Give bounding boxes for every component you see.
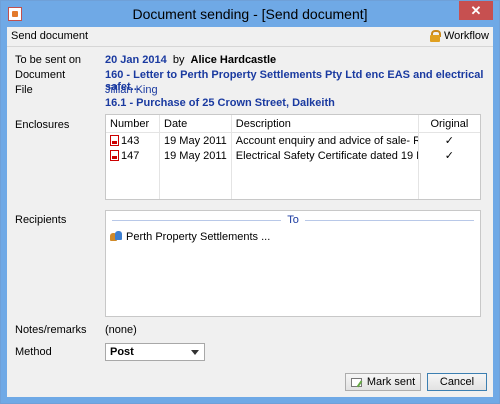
workflow-button[interactable]: Workflow: [429, 28, 489, 44]
dialog-body: Send document Workflow To be sent on 20 …: [7, 27, 493, 397]
pdf-icon: [110, 134, 119, 146]
column-header-original[interactable]: Original: [418, 115, 480, 133]
toolbar-label: Send document: [11, 30, 89, 42]
lock-icon: [429, 30, 441, 42]
cancel-label: Cancel: [439, 376, 475, 388]
enclosure-date: 19 May 2011: [159, 148, 232, 163]
column-header-date[interactable]: Date: [159, 115, 232, 133]
mark-sent-label: Mark sent: [366, 376, 416, 388]
chevron-down-icon: [191, 350, 199, 355]
enclosures-table: Number Date Description Original 143 19 …: [106, 115, 480, 199]
column-header-description[interactable]: Description: [231, 115, 419, 133]
enclosure-description: Account enquiry and advice of sale- R Do…: [231, 132, 419, 148]
send-date[interactable]: 20 Jan 2014: [105, 54, 167, 66]
column-header-number[interactable]: Number: [106, 115, 160, 133]
method-label: Method: [15, 346, 52, 358]
stamp-icon: [350, 377, 363, 388]
by-word: by: [172, 54, 185, 66]
people-icon: [110, 231, 123, 242]
cancel-button[interactable]: Cancel: [427, 373, 487, 391]
recipient-name: Perth Property Settlements ...: [126, 231, 271, 243]
to-be-sent-on-label: To be sent on: [15, 54, 82, 66]
document-sending-window: Document sending - [Send document] ✕ Sen…: [0, 0, 500, 404]
close-button[interactable]: ✕: [459, 1, 493, 20]
table-row[interactable]: 143 19 May 2011 Account enquiry and advi…: [106, 132, 480, 148]
table-filler-row: [106, 163, 480, 199]
enclosure-number: 143: [121, 134, 140, 147]
mark-sent-button[interactable]: Mark sent: [345, 373, 421, 391]
enclosure-original-check: ✓: [444, 150, 454, 162]
file-name-link[interactable]: 16.1 - Purchase of 25 Crown Street, Dalk…: [105, 97, 335, 109]
title-bar: Document sending - [Send document] ✕: [1, 1, 499, 27]
document-label: Document: [15, 69, 66, 81]
enclosure-original-check: ✓: [444, 135, 454, 147]
enclosures-table-panel: Number Date Description Original 143 19 …: [105, 114, 481, 200]
enclosure-description: Electrical Safety Certificate dated 19 M…: [231, 148, 419, 163]
enclosure-number: 147: [121, 149, 140, 162]
window-title: Document sending - [Send document]: [132, 6, 368, 22]
method-select[interactable]: Post: [105, 343, 205, 361]
enclosures-label: Enclosures: [15, 119, 70, 131]
table-row[interactable]: 147 19 May 2011 Electrical Safety Certif…: [106, 148, 480, 163]
recipients-label: Recipients: [15, 214, 67, 226]
enclosure-number-cell: 143: [106, 132, 160, 148]
enclosure-number-cell: 147: [106, 148, 160, 163]
recipients-panel: To Perth Property Settlements ...: [105, 210, 481, 317]
enclosure-date: 19 May 2011: [159, 132, 232, 148]
send-date-row: 20 Jan 2014 by Alice Hardcastle: [105, 54, 276, 66]
pdf-icon: [110, 149, 119, 161]
document-link[interactable]: 160 - Letter to Perth Property Settlemen…: [105, 69, 493, 93]
enclosures-header-row: Number Date Description Original: [106, 115, 480, 133]
notes-value[interactable]: (none): [105, 324, 137, 336]
sender-name: Alice Hardcastle: [190, 54, 277, 66]
method-selected-value: Post: [110, 346, 134, 358]
notes-label: Notes/remarks: [15, 324, 87, 336]
file-owner-link[interactable]: Jillian King: [105, 84, 158, 96]
toolbar: Send document Workflow: [7, 27, 493, 47]
list-item[interactable]: Perth Property Settlements ...: [110, 231, 270, 243]
workflow-label: Workflow: [443, 30, 489, 42]
file-label: File: [15, 84, 33, 96]
to-header: To: [281, 214, 305, 226]
